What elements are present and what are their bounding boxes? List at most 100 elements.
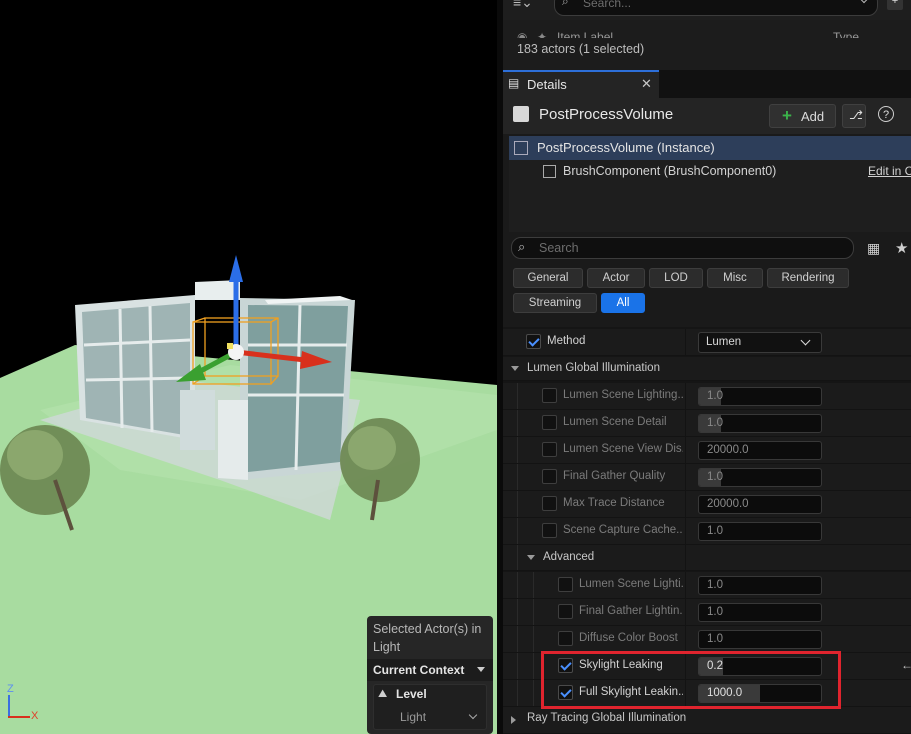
override-checkbox[interactable] — [542, 469, 557, 484]
override-checkbox[interactable] — [542, 415, 557, 430]
filter-misc[interactable]: Misc — [707, 268, 763, 288]
axis-z-label: Z — [7, 683, 14, 695]
property-row: Final Gather Quality 1.0 — [503, 464, 911, 491]
filter-actor[interactable]: Actor — [587, 268, 645, 288]
blueprint-icon[interactable]: ⎇ — [842, 104, 866, 128]
outliner-search-input[interactable]: ⌕ Search... — [554, 0, 878, 16]
property-value-field[interactable]: 20000.0 — [698, 441, 822, 460]
property-row: Scene Capture Cache... 1.0 — [503, 518, 911, 545]
outliner-body: ◉ ✦ Item Label Type 183 actors (1 select… — [503, 20, 911, 70]
outliner-toolbar: ≡⌄ ⌕ Search... + — [503, 0, 911, 20]
property-value-field[interactable]: 1.0 — [698, 630, 822, 649]
full-skylight-leaking-checkbox[interactable] — [558, 685, 573, 700]
property-grid: Method Lumen Lumen Global Illumination L… — [503, 327, 911, 734]
component-row-brush[interactable]: BrushComponent (BrushComponent0) Edit in… — [509, 160, 911, 184]
method-override-checkbox[interactable] — [526, 334, 541, 349]
column-item-label[interactable]: Item Label — [557, 30, 613, 38]
skylight-leaking-checkbox[interactable] — [558, 658, 573, 673]
property-label: Lumen Scene Lighting... — [563, 389, 683, 401]
property-label: Scene Capture Cache... — [563, 524, 683, 536]
level-dropdown[interactable]: Light — [378, 707, 482, 727]
method-value: Lumen — [706, 336, 742, 348]
method-dropdown[interactable]: Lumen — [698, 332, 822, 353]
property-value-field[interactable]: 20000.0 — [698, 495, 822, 514]
property-row-skylight-leaking: Skylight Leaking 0.2 ← — [503, 653, 911, 680]
section-ray-tracing-gi-title: Ray Tracing Global Illumination — [527, 712, 687, 724]
property-value-field[interactable]: 1.0 — [698, 576, 822, 595]
override-checkbox[interactable] — [542, 442, 557, 457]
details-tab-bar: ▤ Details ✕ — [503, 70, 911, 98]
filter-lod[interactable]: LOD — [649, 268, 703, 288]
search-icon: ⌕ — [562, 0, 569, 8]
current-context-dropdown[interactable]: Current Context — [367, 659, 493, 681]
level-value: Light — [400, 710, 427, 724]
actor-name: PostProcessVolume — [539, 106, 674, 123]
override-checkbox[interactable] — [558, 604, 573, 619]
filter-icon[interactable]: ≡⌄ — [513, 0, 533, 11]
property-value-field[interactable]: 1.0 — [698, 603, 822, 622]
plus-icon: + — [782, 106, 792, 125]
property-label: Final Gather Lightin... — [579, 605, 683, 617]
property-value-field[interactable]: 1.0 — [698, 387, 822, 406]
details-search-input[interactable]: ⌕ Search — [511, 237, 854, 259]
table-view-icon[interactable]: ▦ — [867, 240, 880, 257]
star-icon[interactable]: ★ — [895, 239, 908, 257]
chevron-down-icon — [859, 0, 869, 4]
level-label: Level — [396, 687, 427, 701]
section-lumen-gi[interactable]: Lumen Global Illumination — [503, 357, 911, 381]
actor-count: 183 actors (1 selected) — [517, 42, 645, 56]
filter-general[interactable]: General — [513, 268, 583, 288]
override-checkbox[interactable] — [558, 577, 573, 592]
property-value-field[interactable]: 1.0 — [698, 414, 822, 433]
outliner-header: ◉ ✦ Item Label Type — [503, 26, 911, 38]
pin-icon[interactable]: ✦ — [537, 30, 547, 38]
visibility-icon[interactable]: ◉ — [517, 30, 527, 38]
level-box: ⛰ Level Light — [373, 684, 487, 730]
filter-all[interactable]: All — [601, 293, 645, 313]
override-checkbox[interactable] — [558, 631, 573, 646]
property-row: Final Gather Lightin... 1.0 — [503, 599, 911, 626]
tab-details[interactable]: ▤ Details ✕ — [503, 70, 659, 98]
add-component-button[interactable]: + Add — [769, 104, 836, 128]
property-row: Max Trace Distance 20000.0 — [503, 491, 911, 518]
property-label: Lumen Scene View Dis... — [563, 443, 683, 455]
outliner-add-icon[interactable]: + — [887, 0, 903, 10]
override-checkbox[interactable] — [542, 523, 557, 538]
component-brush-label: BrushComponent (BrushComponent0) — [563, 164, 777, 178]
chevron-down-icon — [477, 667, 485, 672]
current-context-label: Current Context — [373, 663, 465, 677]
outliner-search-placeholder: Search... — [583, 0, 632, 10]
details-icon: ▤ — [508, 76, 520, 90]
section-advanced-title: Advanced — [543, 551, 595, 563]
components-tree: PostProcessVolume (Instance) BrushCompon… — [509, 136, 911, 232]
property-row: Diffuse Color Boost 1.0 — [503, 626, 911, 653]
filter-rendering[interactable]: Rendering — [767, 268, 849, 288]
chevron-down-icon — [468, 710, 478, 720]
reset-arrow-icon[interactable]: ← — [901, 658, 911, 672]
expand-arrow-icon — [527, 555, 535, 560]
property-row: Lumen Scene Lighting... 1.0 — [503, 383, 911, 410]
cube-icon — [543, 165, 556, 178]
override-checkbox[interactable] — [542, 388, 557, 403]
property-row: Lumen Scene Lighti... 1.0 — [503, 572, 911, 599]
column-type[interactable]: Type — [833, 30, 859, 38]
actor-header: PostProcessVolume + Add ⎇ ? — [503, 98, 911, 134]
property-label: Final Gather Quality — [563, 470, 666, 482]
component-row-root[interactable]: PostProcessVolume (Instance) — [509, 136, 911, 160]
close-icon[interactable]: ✕ — [641, 76, 652, 92]
property-value-field[interactable]: 1.0 — [698, 522, 822, 541]
help-icon[interactable]: ? — [878, 106, 894, 122]
skylight-leaking-field[interactable]: 0.2 — [698, 657, 822, 676]
expand-arrow-icon — [511, 366, 519, 371]
edit-in-cpp-link[interactable]: Edit in C — [868, 164, 911, 178]
property-label: Lumen Scene Lighti... — [579, 578, 683, 590]
full-skylight-leaking-field[interactable]: 1000.0 — [698, 684, 822, 703]
property-value-field[interactable]: 1.0 — [698, 468, 822, 487]
component-root-label: PostProcessVolume (Instance) — [537, 140, 715, 155]
level-viewport[interactable]: Z X Selected Actor(s) in Light Current C… — [0, 0, 497, 734]
filter-streaming[interactable]: Streaming — [513, 293, 597, 313]
override-checkbox[interactable] — [542, 496, 557, 511]
section-advanced[interactable]: Advanced — [503, 545, 911, 571]
section-ray-tracing-gi[interactable]: Ray Tracing Global Illumination — [503, 707, 911, 734]
tab-details-label: Details — [527, 77, 567, 92]
